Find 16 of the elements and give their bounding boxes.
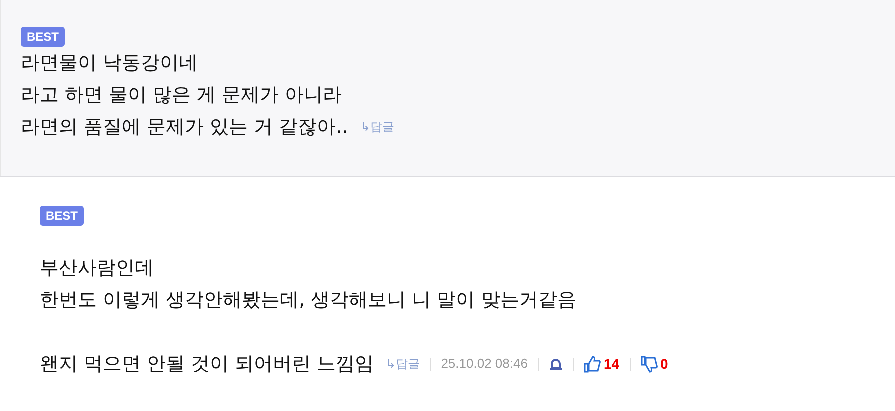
best-badge: BEST [21,27,66,47]
comment-date: 25.10.02 08:46 [441,355,528,373]
report-icon[interactable] [548,358,563,370]
thumbs-down-icon[interactable] [640,356,658,372]
reply-link[interactable]: ↳답글 [386,348,420,380]
reply-link[interactable]: ↳답글 [360,111,394,143]
comment-text: 부산사람인데 [40,256,154,281]
dislike-count: 0 [660,355,668,374]
comment-text: 한번도 이렇게 생각안해봤는데, 생각해보니 니 말이 맞는거같음 [40,288,576,313]
comment-text: 라면물이 낙동강이네 [21,51,198,76]
comment-text: 라면의 품질에 문제가 있는 거 같잖아.. [21,115,348,140]
comment-text: 라고 하면 물이 많은 게 문제가 아니라 [21,83,342,108]
thumbs-up-icon[interactable] [584,356,601,372]
best-badge: BEST [40,206,84,226]
comment-text: 왠지 먹으면 안될 것이 되어버린 느낌임 [40,352,374,377]
like-count: 14 [604,355,620,374]
